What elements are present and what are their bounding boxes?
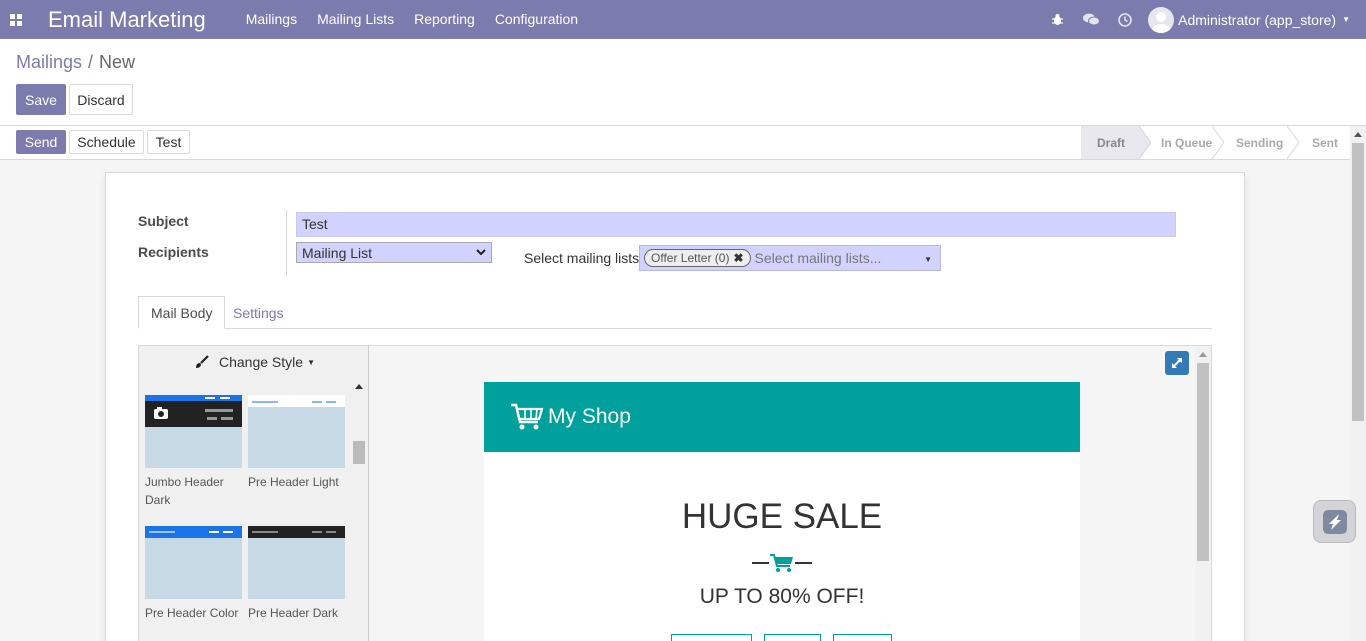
assistant-icon — [1322, 509, 1347, 534]
breadcrumb-parent[interactable]: Mailings — [16, 52, 82, 72]
floating-assistant-button[interactable] — [1313, 500, 1356, 543]
apps-menu-icon[interactable] — [0, 0, 32, 39]
breadcrumb-current: New — [99, 52, 136, 72]
select-lists-label: Select mailing lists: — [524, 250, 644, 266]
discard-button[interactable]: Discard — [69, 84, 133, 115]
chevron-down-icon: ▼ — [307, 357, 315, 367]
breadcrumb-separator: / — [88, 52, 94, 72]
chevron-down-icon: ▼ — [1342, 15, 1350, 24]
email-cta-button[interactable] — [764, 634, 821, 641]
menu-reporting[interactable]: Reporting — [414, 0, 475, 39]
activity-clock-icon[interactable] — [1108, 0, 1142, 39]
divider — [286, 210, 287, 276]
breadcrumb: Mailings / New — [16, 52, 135, 73]
recipients-label: Recipients — [138, 244, 209, 260]
stage-draft[interactable]: Draft — [1081, 126, 1139, 159]
bug-icon[interactable] — [1040, 0, 1074, 39]
snippet-label: Pre Header Color — [145, 606, 239, 620]
email-subline[interactable]: UP TO 80% OFF! — [484, 585, 1080, 609]
snippet-pre-header-color[interactable] — [145, 526, 242, 599]
schedule-button[interactable]: Schedule — [69, 130, 144, 154]
snippet-label: Pre Header Light — [248, 475, 339, 489]
tag-label: Offer Letter (0) — [651, 251, 730, 265]
menu-configuration[interactable]: Configuration — [495, 0, 578, 39]
chevron-down-icon — [476, 249, 486, 256]
expand-icon — [1172, 358, 1182, 368]
change-style-button[interactable]: Change Style ▼ — [194, 354, 315, 370]
snippet-label: Pre Header Dark — [248, 606, 339, 620]
status-bar: Draft In Queue Sending Sent — [1081, 126, 1350, 159]
snippet-label: Jumbo Header Dark — [145, 475, 224, 507]
recipients-select[interactable]: Mailing List — [296, 242, 492, 263]
mailing-lists-input[interactable]: Select mailing lists... — [755, 250, 882, 266]
stage-in-queue[interactable]: In Queue — [1139, 126, 1214, 159]
user-menu[interactable]: Administrator (app_store) ▼ — [1148, 6, 1350, 33]
tab-settings[interactable]: Settings — [221, 296, 296, 329]
preview-scrollbar[interactable] — [1195, 346, 1211, 641]
email-headline[interactable]: HUGE SALE — [484, 497, 1080, 537]
menu-mailing-lists[interactable]: Mailing Lists — [317, 0, 394, 39]
change-style-label: Change Style — [219, 354, 304, 370]
stage-sent[interactable]: Sent — [1290, 126, 1350, 159]
snippet-pre-header-light[interactable] — [248, 395, 345, 468]
shop-name[interactable]: My Shop — [548, 405, 631, 429]
test-button[interactable]: Test — [147, 130, 190, 154]
stage-sending[interactable]: Sending — [1214, 126, 1290, 159]
page-scrollbar[interactable] — [1350, 126, 1366, 641]
tabs-divider — [138, 328, 1212, 329]
fullscreen-expand-button[interactable] — [1165, 351, 1189, 375]
chat-icon[interactable] — [1074, 0, 1108, 39]
email-cta-button[interactable] — [671, 634, 752, 641]
email-header: My Shop — [484, 382, 1080, 452]
subject-label: Subject — [138, 213, 189, 229]
cart-divider — [752, 553, 812, 573]
email-cta-button[interactable] — [833, 634, 892, 641]
user-name: Administrator (app_store) — [1178, 11, 1337, 28]
tab-mail-body[interactable]: Mail Body — [138, 296, 226, 329]
menu-mailings[interactable]: Mailings — [246, 0, 297, 39]
top-navbar: Email Marketing Mailings Mailing Lists R… — [0, 0, 1366, 39]
save-button[interactable]: Save — [16, 84, 66, 115]
send-button[interactable]: Send — [16, 130, 66, 154]
avatar — [1148, 6, 1175, 33]
subject-input[interactable]: Test — [296, 212, 1176, 237]
snippet-pre-header-dark[interactable] — [248, 526, 345, 599]
email-body — [484, 452, 1080, 641]
mailing-lists-field[interactable]: Offer Letter (0) ✖ Select mailing lists.… — [639, 245, 941, 271]
app-brand[interactable]: Email Marketing — [48, 0, 206, 39]
recipients-value: Mailing List — [302, 244, 373, 261]
shopping-cart-icon — [770, 554, 793, 572]
mailing-list-tag: Offer Letter (0) ✖ — [644, 249, 751, 267]
chevron-down-icon[interactable]: ▼ — [924, 255, 932, 264]
paintbrush-icon — [196, 355, 209, 368]
shopping-cart-icon — [511, 403, 544, 430]
snippet-jumbo-header-dark[interactable] — [145, 395, 242, 468]
snippets-scrollbar[interactable] — [352, 380, 366, 641]
remove-tag-icon[interactable]: ✖ — [733, 251, 743, 265]
